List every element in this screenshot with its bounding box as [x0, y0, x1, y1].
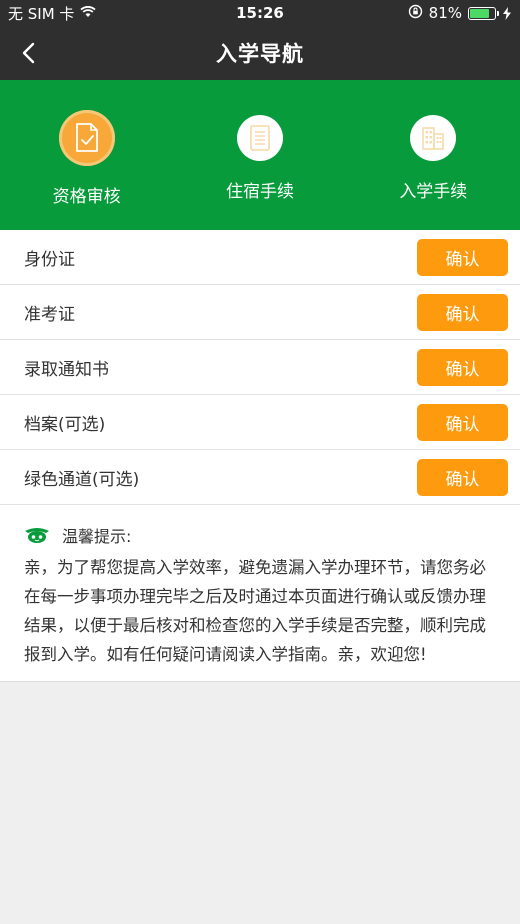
step-circle: [410, 115, 457, 161]
list-item-green-channel: 绿色通道(可选) 确认: [0, 450, 520, 505]
tips-section: 温馨提示: 亲，为了帮您提高入学效率，避免遗漏入学办理环节，请您务必在每一步事项…: [0, 505, 520, 682]
step-circle: [58, 110, 115, 166]
list-item-admission-notice: 录取通知书 确认: [0, 340, 520, 395]
nav-bar: 入学导航: [0, 26, 520, 80]
step-circle: [236, 115, 283, 161]
item-label: 绿色通道(可选): [24, 469, 140, 490]
status-right: 81%: [408, 4, 512, 23]
battery-fill: [470, 8, 490, 18]
status-bar: 无 SIM 卡 15:26 81%: [0, 0, 520, 26]
back-button[interactable]: [14, 39, 42, 67]
status-left: 无 SIM 卡: [8, 3, 97, 24]
item-label: 档案(可选): [24, 414, 106, 435]
confirm-button[interactable]: 确认: [417, 348, 508, 386]
list-document-icon: [250, 125, 270, 151]
step-accommodation[interactable]: 住宿手续: [185, 110, 335, 202]
confirm-button[interactable]: 确认: [417, 458, 508, 496]
step-label: 资格审核: [52, 187, 121, 207]
charging-bolt-icon: [503, 6, 511, 20]
list-item-admission-ticket: 准考证 确认: [0, 285, 520, 340]
carrier-label: 无 SIM 卡: [8, 4, 75, 23]
screen: 无 SIM 卡 15:26 81% 入学导航 资格审核 住宿手续 入学手续 身份…: [0, 0, 520, 924]
wifi-icon: [80, 4, 97, 22]
steps-header: 资格审核 住宿手续 入学手续: [0, 80, 520, 230]
confirm-button[interactable]: 确认: [417, 293, 508, 331]
list-item-archive: 档案(可选) 确认: [0, 395, 520, 450]
list-item-id-card: 身份证 确认: [0, 230, 520, 285]
battery-icon: [468, 6, 512, 20]
confirm-button[interactable]: 确认: [417, 238, 508, 276]
confirm-button[interactable]: 确认: [417, 403, 508, 441]
building-icon: [422, 127, 445, 150]
step-qualification[interactable]: 资格审核: [12, 110, 162, 207]
item-label: 准考证: [24, 304, 75, 325]
tips-title: 温馨提示:: [62, 527, 132, 546]
document-check-icon: [75, 123, 98, 152]
step-enrollment[interactable]: 入学手续: [358, 110, 508, 202]
battery-percent: 81%: [428, 4, 462, 22]
item-label: 录取通知书: [24, 359, 109, 380]
page-title: 入学导航: [216, 42, 304, 66]
step-label: 住宿手续: [225, 182, 294, 202]
mascot-icon: [25, 528, 49, 543]
chevron-left-icon: [22, 42, 35, 64]
tips-body: 亲，为了帮您提高入学效率，避免遗漏入学办理环节，请您务必在每一步事项办理完毕之后…: [24, 558, 486, 664]
tips-header: 温馨提示:: [24, 523, 496, 547]
orientation-lock-icon: [408, 4, 423, 23]
step-label: 入学手续: [399, 182, 468, 202]
checklist: 身份证 确认 准考证 确认 录取通知书 确认 档案(可选) 确认 绿色通道(可选…: [0, 230, 520, 505]
item-label: 身份证: [24, 249, 75, 270]
